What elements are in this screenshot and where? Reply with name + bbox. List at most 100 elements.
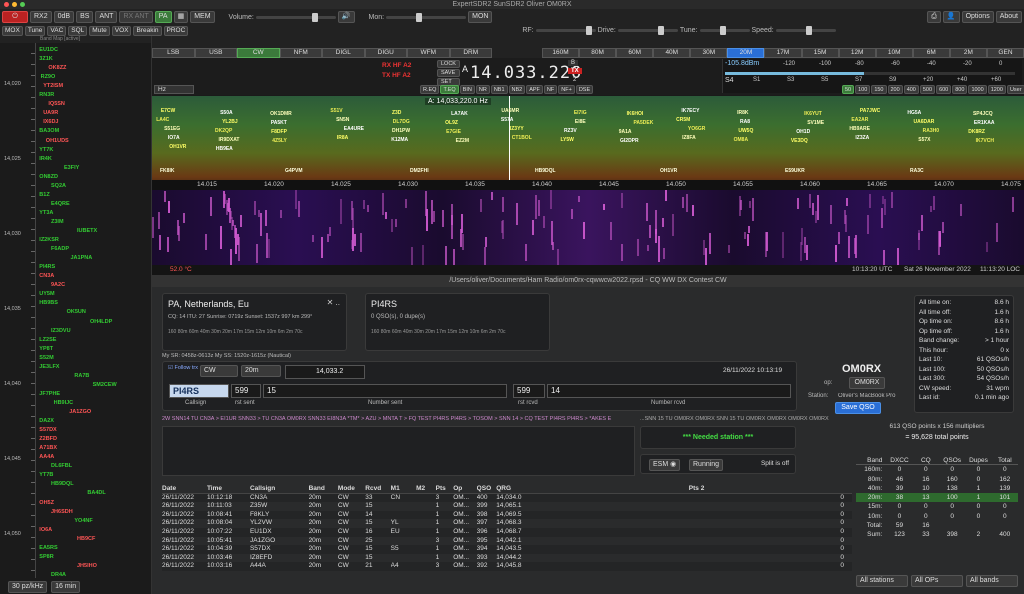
dsp-nr[interactable]: NR xyxy=(475,85,490,94)
band-map-spot[interactable]: CN3A xyxy=(39,273,54,279)
band-map-spot[interactable]: HB9IJC xyxy=(54,400,74,406)
mode-cw[interactable]: CW xyxy=(237,48,280,58)
column-header[interactable]: Time xyxy=(207,485,250,493)
spot-label[interactable]: G4PVM xyxy=(285,168,303,174)
band-map-spot[interactable]: IUBETX xyxy=(77,228,97,234)
filter-bands[interactable]: All bands xyxy=(966,575,1018,587)
band-map-spot[interactable]: S52M xyxy=(39,355,53,361)
number-rcvd-field[interactable]: 14 xyxy=(547,384,791,398)
band-map-spot[interactable]: 3Z1K xyxy=(39,56,52,62)
band-160m[interactable]: 160M xyxy=(542,48,580,58)
band-map-spot[interactable]: DA2X xyxy=(39,418,54,424)
mode-wfm[interactable]: WFM xyxy=(407,48,450,58)
menu-icon[interactable]: ▦ xyxy=(173,11,189,23)
options-button[interactable]: Options xyxy=(961,11,994,23)
spot-label[interactable]: FK8IK xyxy=(160,168,174,174)
dsp-nf[interactable]: NF xyxy=(543,85,558,94)
band-17m[interactable]: 17M xyxy=(764,48,802,58)
mode-nfm[interactable]: NFM xyxy=(279,48,322,58)
band-60m[interactable]: 60M xyxy=(616,48,654,58)
spot-label[interactable]: DK8RZ xyxy=(968,129,985,135)
spot-label[interactable]: HB9EA xyxy=(216,146,233,152)
band-map-spot[interactable]: 9A2C xyxy=(51,282,65,288)
band-map-spot[interactable]: S57DX xyxy=(39,427,56,433)
close-icon[interactable] xyxy=(4,2,9,7)
spot-label[interactable]: SN5N xyxy=(336,117,349,123)
spot-label[interactable]: UA6MR xyxy=(501,108,519,114)
bandwidth-100[interactable]: 100 xyxy=(855,85,871,94)
spot-label[interactable]: RA3H0 xyxy=(923,128,939,134)
dsp-bin[interactable]: BIN xyxy=(459,85,475,94)
spot-label[interactable]: DL7DG xyxy=(393,119,410,125)
spot-label[interactable]: DH1PW xyxy=(392,128,410,134)
spot-label[interactable]: E7GIE xyxy=(446,129,461,135)
spot-label[interactable]: OH1VR xyxy=(660,168,677,174)
band-map-spot[interactable]: OH1UDS xyxy=(46,138,69,144)
band-map-spot[interactable]: A71BX xyxy=(39,445,57,451)
spot-label[interactable]: SV1ME xyxy=(807,120,824,126)
band-map-spot[interactable]: OH4LDP xyxy=(90,319,112,325)
speaker-icon[interactable]: 🔊 xyxy=(337,11,355,23)
band-6m[interactable]: 6M xyxy=(912,48,950,58)
mon-slider[interactable] xyxy=(386,12,467,22)
tune-slider[interactable] xyxy=(699,26,750,35)
spot-label[interactable]: F8DFP xyxy=(271,129,287,135)
band-2m[interactable]: 2M xyxy=(949,48,987,58)
band-20m[interactable]: 20M xyxy=(727,48,765,58)
band-map-spot[interactable]: RA7B xyxy=(74,373,89,379)
band-map-spot[interactable]: RN3R xyxy=(39,92,54,98)
running-button[interactable]: Running xyxy=(689,459,724,471)
power-button[interactable]: ⏻ xyxy=(2,11,28,23)
bandwidth-1200[interactable]: 1200 xyxy=(987,85,1006,94)
bandwidth-400[interactable]: 400 xyxy=(903,85,919,94)
save-button[interactable]: SAVE xyxy=(437,69,460,77)
spot-label[interactable]: 9A1A xyxy=(619,129,632,135)
band-map-spot[interactable]: OK5UN xyxy=(67,309,86,315)
band-10m[interactable]: 10M xyxy=(875,48,913,58)
band-map-spot[interactable]: E4QRE xyxy=(51,201,70,207)
spot-label[interactable]: IR8K xyxy=(737,110,748,116)
spot-label[interactable]: S51EG xyxy=(164,126,180,132)
spot-label[interactable]: IZ8FA xyxy=(682,135,696,141)
column-header[interactable]: Pts xyxy=(436,485,454,493)
band-map-spot[interactable]: UA9R xyxy=(43,110,58,116)
spot-label[interactable]: EI8E xyxy=(575,119,586,125)
filter-ops[interactable]: All OPs xyxy=(911,575,963,587)
spot-label[interactable]: OL9Z xyxy=(445,120,458,126)
bandwidth-200[interactable]: 200 xyxy=(887,85,903,94)
spot-label[interactable]: RZ3V xyxy=(564,128,577,134)
spot-label[interactable]: EI7IG xyxy=(574,110,587,116)
band-map-spot[interactable]: IR4K xyxy=(39,156,52,162)
spot-label[interactable]: DM2FHI xyxy=(410,168,429,174)
band-gen[interactable]: GEN xyxy=(986,48,1024,58)
band-map-spot[interactable]: OK8ZZ xyxy=(48,65,66,71)
band-map-spot[interactable]: YT3A xyxy=(39,210,53,216)
spot-label[interactable]: OH1VR xyxy=(169,144,186,150)
spot-label[interactable]: SP4JCQ xyxy=(973,111,993,117)
band-map-spot[interactable]: JE3LFX xyxy=(39,364,59,370)
spot-label[interactable]: VE3DQ xyxy=(791,138,808,144)
spot-label[interactable]: ER1KAA xyxy=(974,120,995,126)
band-map-spot[interactable]: SP8R xyxy=(39,554,53,560)
rst-sent-field[interactable]: 599 xyxy=(231,384,261,398)
column-header[interactable]: QSO xyxy=(477,485,497,493)
qso-row[interactable]: 26/11/2022 10:03:46 IZ8EFD 20m CW 15 1 OM... 393… xyxy=(162,554,852,563)
column-header[interactable]: M1 xyxy=(391,485,416,493)
mode-drm[interactable]: DRM xyxy=(449,48,492,58)
qso-row[interactable]: 26/11/2022 10:05:41 JA1ZGO 20m CW 25 3 OM... 395… xyxy=(162,537,852,546)
callsign-field[interactable]: PI4RS xyxy=(169,384,229,398)
spot-label[interactable]: S57X xyxy=(918,137,930,143)
band-select[interactable]: 20m xyxy=(241,365,281,377)
spot-label[interactable]: GI2DPR xyxy=(620,138,639,144)
column-header[interactable]: Op xyxy=(453,485,476,493)
band-map-spot[interactable]: E3FIY xyxy=(64,165,79,171)
band-map-spot[interactable]: UY5M xyxy=(39,291,54,297)
spot-label[interactable]: E59UKR xyxy=(785,168,805,174)
band-map-spot[interactable]: Z2BFD xyxy=(39,436,57,442)
spot-label[interactable]: IO7A xyxy=(168,135,180,141)
spot-label[interactable]: EA2AR xyxy=(851,117,868,123)
spot-label[interactable]: IK6HOI xyxy=(627,111,644,117)
band-map-spot[interactable]: F6ADP xyxy=(51,246,69,252)
op-select[interactable]: OM0RX xyxy=(849,377,885,389)
band-map-spot[interactable]: HB9BS xyxy=(39,300,58,306)
